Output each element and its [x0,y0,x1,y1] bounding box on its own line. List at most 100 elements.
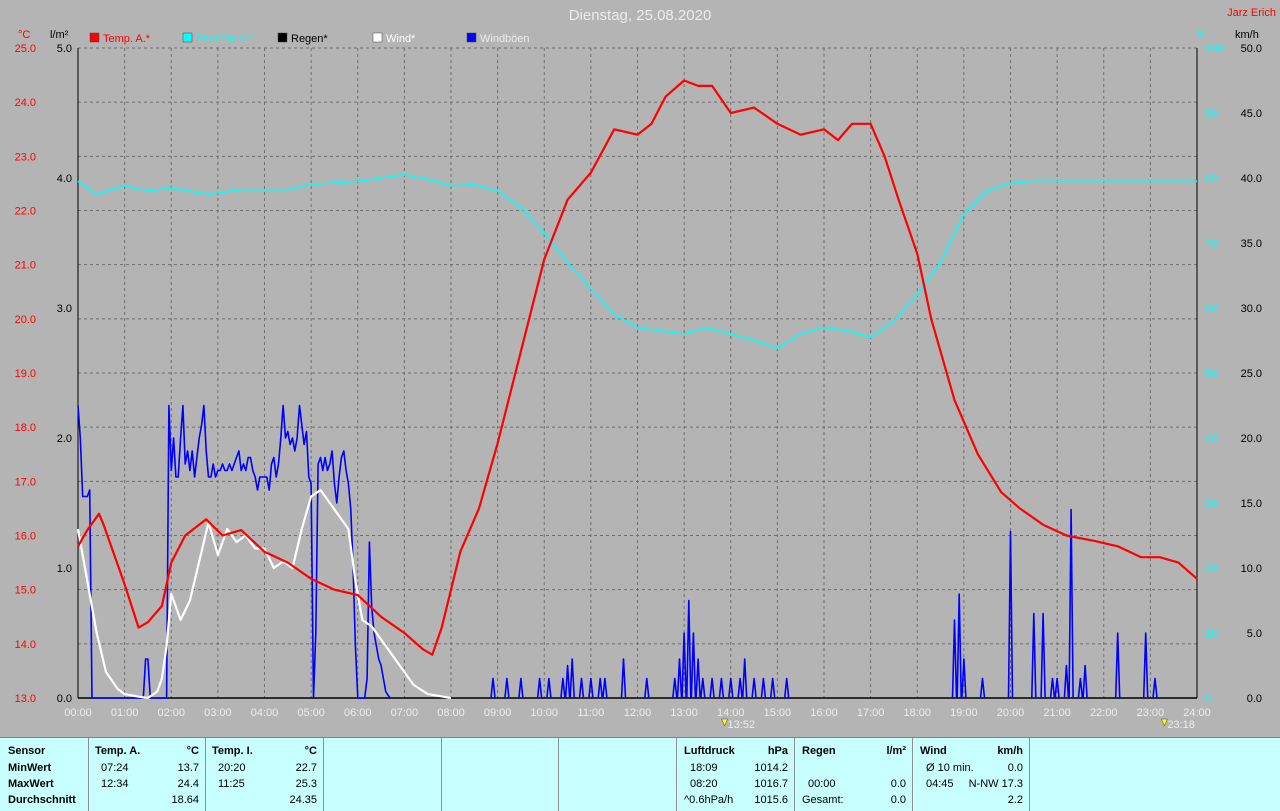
y-tick-temp: 14.0 [15,639,36,651]
legend-label: Wind* [386,33,416,45]
y-tick-humidity: 30 [1205,498,1217,510]
pressure-unit: hPa [767,745,788,757]
y-tick-wind: 20.0 [1241,433,1262,445]
y-tick-wind: 35.0 [1241,238,1262,250]
legend-swatch [89,32,100,43]
legend-swatch [372,32,383,43]
wind-avg-label: Ø 10 min. [926,762,974,774]
stats-col-sensor: Sensor MinWert MaxWert Durchschnitt [0,738,89,811]
y-tick-temp: 21.0 [15,260,36,272]
x-tick-label: 22:00 [1090,707,1118,719]
temp-i-min-time: 20:20 [218,762,246,774]
unit-humidity: % [1197,29,1207,41]
temp-i-avg: 24.35 [289,794,317,806]
y-tick-rain: 3.0 [57,303,72,315]
sensor-row-max: MaxWert [8,778,54,790]
stats-col-empty-3 [559,738,677,811]
x-tick-label: 21:00 [1043,707,1071,719]
sensor-header: Sensor [8,745,46,757]
x-tick-label: 18:00 [903,707,931,719]
pressure-min-val: 1014.2 [754,762,788,774]
y-tick-wind: 25.0 [1241,368,1262,380]
temp-a-max-time: 12:34 [101,778,129,790]
y-tick-temp: 16.0 [15,531,36,543]
y-tick-wind: 45.0 [1241,108,1262,120]
y-tick-temp: 17.0 [15,476,36,488]
y-tick-humidity: 50 [1205,368,1217,380]
stats-col-pressure: Luftdruck hPa 18:09 1014.2 08:20 1016.7 … [677,738,795,811]
x-tick-label: 19:00 [950,707,978,719]
wind-avg-val: 0.0 [1007,762,1023,774]
x-tick-label: 23:00 [1137,707,1165,719]
y-tick-wind: 10.0 [1241,563,1262,575]
rain-header: Regen [802,745,836,757]
temp-a-avg: 18.64 [171,794,199,806]
wind-max-time: 04:45 [926,778,954,790]
rain-max-val: 0.0 [890,778,906,790]
x-tick-label: 11:00 [578,707,605,719]
sensor-row-avg: Durchschnitt [8,794,76,806]
x-tick-label: 17:00 [857,707,885,719]
x-tick-label: 04:00 [251,707,279,719]
legend-label: Regen* [291,33,328,45]
wind-unit: km/h [997,745,1023,757]
stats-col-empty-1 [324,738,442,811]
y-tick-temp: 23.0 [15,151,36,163]
stats-col-empty-2 [442,738,559,811]
x-tick-label: 24:00 [1183,707,1211,719]
y-tick-humidity: 100 [1205,43,1223,55]
y-tick-humidity: 90 [1205,108,1217,120]
legend-label: Temp. A.* [103,33,151,45]
temp-a-min-val: 13.7 [177,762,199,774]
stats-col-temp-a: Temp. A. °C 07:24 13.7 12:34 24.4 18.64 [89,738,206,811]
x-tick-label: 09:00 [484,707,512,719]
temp-i-header: Temp. I. [212,745,253,757]
x-tick-label: 06:00 [344,707,372,719]
rain-total-label: Gesamt: [802,794,844,806]
x-tick-label: 07:00 [391,707,419,719]
legend-label: Feuchte A.* [196,33,254,45]
stats-col-temp-i: Temp. I. °C 20:20 22.7 11:25 25.3 24.35 [206,738,324,811]
y-tick-rain: 5.0 [57,43,72,55]
wind-max-val: N-NW 17.3 [968,778,1023,790]
x-tick-label: 14:00 [717,707,745,719]
y-tick-wind: 0.0 [1247,693,1262,705]
legend-swatch [277,32,288,43]
stats-panel: Sensor MinWert MaxWert Durchschnitt Temp… [0,737,1280,811]
wind-header: Wind [920,745,947,757]
y-tick-temp: 20.0 [15,314,36,326]
x-tick-label: 10:00 [530,707,558,719]
rain-max-time: 00:00 [808,778,836,790]
y-tick-wind: 5.0 [1247,628,1262,640]
y-tick-rain: 4.0 [57,173,72,185]
sensor-row-min: MinWert [8,762,52,774]
wind-day-avg: 2.2 [1007,794,1023,806]
pressure-trend-label: ^0.6hPa/h [684,794,734,806]
y-tick-rain: 0.0 [57,693,72,705]
x-tick-label: 08:00 [437,707,465,719]
y-tick-wind: 15.0 [1241,498,1262,510]
chart-title: Dienstag, 25.08.2020 [569,7,712,24]
temp-a-max-val: 24.4 [177,778,199,790]
marker-label: 23:18 [1167,719,1195,731]
temp-a-min-time: 07:24 [101,762,129,774]
y-tick-humidity: 60 [1205,303,1217,315]
rain-unit: l/m² [886,745,906,757]
y-tick-temp: 18.0 [15,422,36,434]
pressure-trend-val: 1015.6 [754,794,788,806]
pressure-max-val: 1016.7 [754,778,788,790]
y-tick-humidity: 40 [1205,433,1217,445]
y-tick-humidity: 0 [1205,693,1211,705]
pressure-max-time: 08:20 [690,778,718,790]
x-tick-label: 15:00 [764,707,792,719]
temp-i-max-val: 25.3 [295,778,317,790]
unit-temp: °C [18,29,30,41]
stats-col-rain: Regen l/m² 00:00 0.0 Gesamt: 0.0 [795,738,913,811]
temp-i-unit: °C [304,745,317,757]
x-tick-label: 03:00 [204,707,232,719]
y-tick-temp: 24.0 [15,97,36,109]
temp-a-header: Temp. A. [95,745,141,757]
marker-label: 13:52 [728,719,756,731]
stats-col-wind: Wind km/h Ø 10 min. 0.0 04:45 N-NW 17.3 … [913,738,1030,811]
x-tick-label: 13:00 [670,707,698,719]
